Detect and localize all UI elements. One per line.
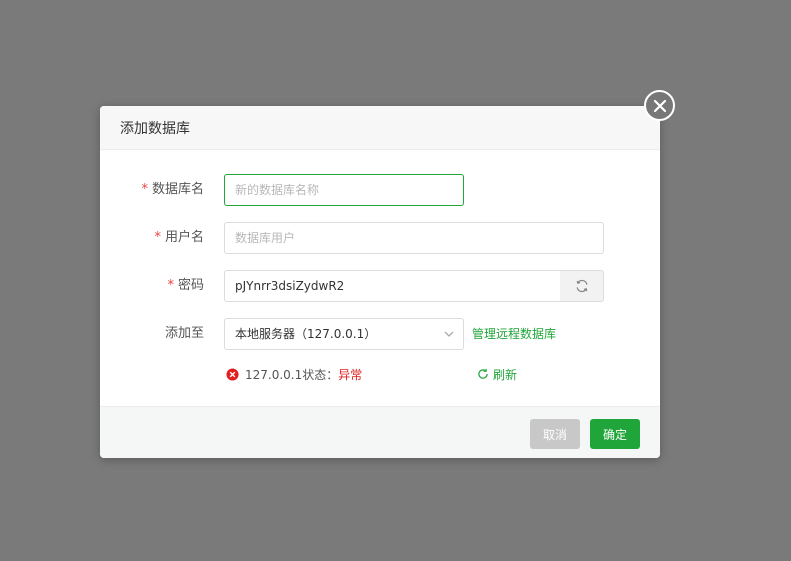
password-label: * 密码	[167, 278, 204, 293]
password-row: * 密码	[100, 270, 660, 302]
add-to-row: 添加至 本地服务器（127.0.0.1） 管理远程数据库	[100, 318, 660, 350]
close-icon	[653, 99, 666, 112]
manage-remote-db-link[interactable]: 管理远程数据库	[472, 318, 556, 350]
server-select-value: 本地服务器（127.0.0.1）	[235, 327, 377, 341]
server-select[interactable]: 本地服务器（127.0.0.1）	[224, 318, 464, 350]
add-database-dialog: 添加数据库 *数据库名 *用户名 *密码	[100, 106, 660, 458]
error-icon	[226, 367, 239, 381]
username-input[interactable]	[224, 222, 604, 254]
db-name-row: * 数据库名	[100, 174, 660, 206]
db-name-label: * 数据库名	[141, 182, 204, 197]
refresh-label: 刷新	[493, 367, 518, 382]
dialog-footer: 取消 确定	[100, 406, 660, 458]
username-row: * 用户名	[100, 222, 660, 254]
password-input[interactable]	[224, 270, 561, 302]
status-prefix: 127.0.0.1状态：	[245, 367, 339, 382]
status-state: 异常	[338, 367, 363, 382]
cancel-button[interactable]: 取消	[530, 419, 580, 449]
db-name-input[interactable]	[224, 174, 464, 206]
refresh-icon	[478, 368, 488, 379]
generate-password-button[interactable]	[560, 270, 604, 302]
refresh-status-link[interactable]: 刷新	[477, 364, 517, 384]
chevron-down-icon	[444, 331, 454, 337]
refresh-icon	[576, 279, 587, 293]
dialog-title: 添加数据库	[120, 120, 190, 137]
server-status: 127.0.0.1状态： 异常	[226, 364, 362, 384]
add-to-label: 添加至	[164, 326, 204, 341]
username-label: * 用户名	[154, 230, 204, 245]
dialog-header: 添加数据库	[100, 106, 660, 150]
confirm-button[interactable]: 确定	[590, 419, 640, 449]
close-dialog-button[interactable]	[644, 90, 675, 121]
